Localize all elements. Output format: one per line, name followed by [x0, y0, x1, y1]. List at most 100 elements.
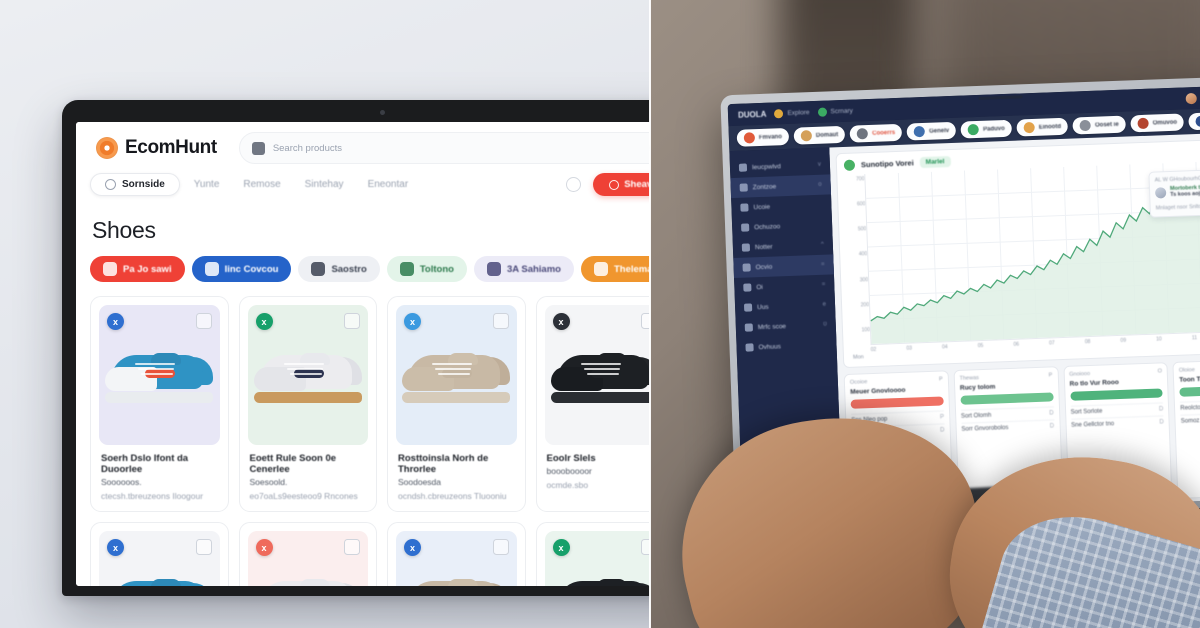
tag-icon	[743, 283, 752, 292]
product-card[interactable]: x	[387, 522, 526, 586]
topbar-item-0[interactable]: Explore	[774, 108, 810, 118]
column-row-value: D	[1049, 423, 1055, 430]
column-row[interactable]: Sne Gellctor tno D	[1070, 415, 1165, 432]
remove-badge-icon[interactable]: x	[107, 539, 124, 556]
column-header: Thewas P	[959, 372, 1052, 381]
product-card[interactable]: x	[90, 522, 229, 586]
select-checkbox[interactable]	[344, 539, 360, 555]
tab-3[interactable]: Sintehay	[295, 174, 354, 195]
filter-chip-1[interactable]: Iinc Covcou	[191, 256, 292, 282]
left-screen: EcomHunt Search products Sornside Yunte	[76, 122, 650, 586]
filter-chip-4[interactable]: 3A Sahiamo	[473, 256, 574, 282]
users-icon	[204, 262, 219, 276]
column-row[interactable]: Reolctoer	[1180, 398, 1200, 415]
chart-icon	[739, 183, 748, 192]
tab-active[interactable]: Sornside	[90, 173, 180, 196]
product-card[interactable]: x Rosttoinsla Norh de Throrlee Soodoesda oc…	[387, 296, 526, 512]
remove-badge-icon[interactable]: x	[404, 313, 421, 330]
tag-icon	[593, 262, 608, 276]
tab-2[interactable]: Remose	[233, 174, 290, 195]
column-header-label: Ocoioe	[849, 379, 868, 386]
column-row[interactable]: Somoz E hshooo	[1180, 411, 1200, 428]
left-laptop: EcomHunt Search products Sornside Yunte	[62, 100, 650, 596]
close-icon[interactable]	[820, 495, 831, 507]
filter-chip-5[interactable]: Thelemant	[580, 256, 650, 282]
product-card[interactable]: x	[535, 522, 650, 586]
dashboard-column-2[interactable]: Gnoiooo O Ro tlo Vur Rooo Sort Sorlote D Sne …	[1062, 362, 1173, 503]
y-tick-0: 700	[856, 176, 865, 183]
remove-badge-icon[interactable]: x	[107, 313, 124, 330]
topbar-item-1-label: Scrnary	[830, 107, 853, 115]
product-card[interactable]: x Eoett Rule Soon 0e Cenerlee Soesoold. eo7…	[238, 296, 377, 512]
dashboard-column-0[interactable]: Ocoioe P Meuer Gnovloooo Sns Nleo pop P Ono Y…	[843, 370, 954, 511]
search-input[interactable]: Search products	[238, 132, 650, 164]
bookmark-pill-5[interactable]: Einootd	[1016, 117, 1069, 137]
chart-tooltip: AL W GHoubourhC Mortoberk thet Ts koos a…	[1148, 167, 1200, 218]
filter-chip-0[interactable]: Pa Jo sawi	[90, 256, 185, 282]
book-icon	[745, 343, 754, 352]
product-subtitle: Soesoold.	[249, 477, 288, 487]
primary-cta-button[interactable]: Sheavg	[593, 173, 650, 196]
x-tick-5: 07	[1049, 340, 1055, 347]
bookmark-pill-1[interactable]: Domaut	[793, 125, 846, 145]
compass-icon	[774, 108, 784, 118]
image-split-seam	[649, 0, 651, 628]
select-checkbox[interactable]	[492, 313, 509, 329]
topbar-item-1[interactable]: Scrnary	[817, 106, 853, 117]
bookmark-pill-7[interactable]: Omuvoo	[1130, 113, 1185, 133]
dashboard-column-3[interactable]: OloioeToon Tuoonoosig Reolctoer Somoz E hs…	[1172, 358, 1200, 499]
column-row[interactable]: Ono Yler biou D	[851, 423, 945, 440]
leaf-icon	[967, 123, 980, 136]
column-title: Toon Tuoonoosig	[1179, 374, 1200, 384]
product-card[interactable]: x Soerh Dslo Ifont da Duoorlee Soooooos. ct…	[90, 296, 229, 512]
sidebar-footer[interactable]: Ferelback Foome	[747, 490, 837, 514]
apple-icon	[1137, 117, 1149, 130]
product-thumbnail: x	[247, 531, 368, 586]
product-thumbnail: x	[247, 305, 368, 445]
product-meta: Eoett Rule Soon 0e Cenerlee Soesoold. eo7o…	[248, 445, 369, 503]
notifications-icon[interactable]	[566, 177, 582, 192]
product-detail: eo7oaLs9eesteoo9 Rncones	[249, 491, 358, 501]
dashboard-column-1[interactable]: Thewas P Rucy tolom Sort Olomh D Sorr Gnvorob…	[953, 366, 1063, 507]
filter-chip-3[interactable]: Toltono	[386, 256, 467, 282]
bookmark-pill-6[interactable]: Ooset ie	[1072, 115, 1127, 135]
select-checkbox[interactable]	[195, 539, 212, 555]
filter-chip-2[interactable]: Saostro	[298, 256, 380, 282]
select-checkbox[interactable]	[344, 313, 360, 329]
bookmark-pill-label: Fmvano	[758, 133, 782, 141]
bookmark-pill-label: Omuvoo	[1152, 119, 1178, 127]
truck-icon	[399, 262, 414, 276]
user-avatar[interactable]	[1185, 92, 1198, 104]
blue-white-sneaker	[105, 352, 214, 403]
remove-badge-icon[interactable]: x	[255, 539, 273, 556]
product-detail: ocmde.sbo	[546, 480, 589, 490]
select-checkbox[interactable]	[492, 539, 509, 555]
product-card[interactable]: x Eoolr Slels boooboooor ocmde.sbo	[535, 296, 650, 512]
product-meta: Rosttoinsla Norh de Throrlee Soodoesda ocn…	[396, 445, 517, 503]
x-tick-2: 04	[941, 344, 948, 351]
bookmark-pill-3[interactable]: Genelv	[906, 121, 957, 141]
users-icon	[743, 303, 753, 312]
list-icon	[740, 203, 749, 212]
tab-1[interactable]: Yunte	[184, 174, 230, 195]
remove-badge-icon[interactable]: x	[404, 539, 421, 556]
select-checkbox[interactable]	[195, 313, 212, 329]
product-card[interactable]: x	[238, 522, 377, 586]
product-meta: Soerh Dslo Ifont da Duoorlee Soooooos. cte…	[99, 445, 220, 503]
tooltip-row: Mortoberk thet Ts koos aojt	[1154, 183, 1200, 199]
bookmark-pill-4[interactable]: Paduvo	[960, 119, 1013, 139]
remove-badge-icon[interactable]: x	[552, 313, 570, 330]
column-row[interactable]: Sorr Gnvorobolos D	[961, 419, 1055, 436]
x-tick-1: 03	[906, 345, 913, 352]
remove-badge-icon[interactable]: x	[255, 313, 273, 330]
bookmark-pill-label: Einootd	[1038, 123, 1062, 131]
bookmark-pill-8[interactable]: Mabuoo	[1188, 111, 1200, 131]
chart-plot-area: 700 600 500 400 300 200 100 AL W GHoubou…	[844, 159, 1200, 346]
filter-chip-label: 3A Sahiamo	[506, 263, 561, 275]
bookmark-pill-2[interactable]: Cooerrs	[849, 123, 903, 143]
remove-badge-icon[interactable]: x	[552, 539, 570, 556]
brand-logo[interactable]: EcomHunt	[90, 133, 229, 163]
tab-4[interactable]: Eneontar	[358, 174, 419, 195]
bookmark-pill-0[interactable]: Fmvano	[736, 127, 790, 147]
sidebar-item-9[interactable]: Ovhuus	[736, 334, 837, 358]
